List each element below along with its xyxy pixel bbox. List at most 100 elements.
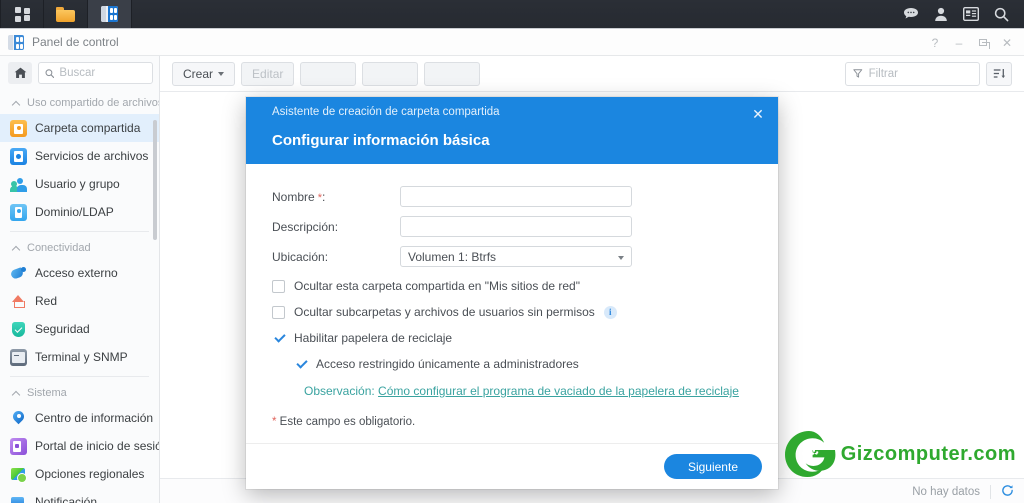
network-icon: [10, 293, 27, 310]
sidebar-nav: Uso compartido de archivos Carpeta compa…: [0, 90, 159, 503]
sidebar-group-header-connectivity[interactable]: Conectividad: [0, 237, 159, 259]
window-controls: ? – ✕: [924, 29, 1018, 56]
chevron-up-icon: [12, 99, 21, 108]
sidebar-search-input[interactable]: [59, 67, 146, 79]
sidebar-home-button[interactable]: [8, 62, 32, 84]
main-toolbar: Crear Editar: [160, 56, 1024, 92]
label-suffix: :: [334, 219, 339, 234]
dialog-subtitle: Asistente de creación de carpeta compart…: [272, 106, 500, 118]
taskbar-control-panel-button[interactable]: [88, 0, 132, 28]
user-account-button[interactable]: [926, 0, 956, 28]
gizcomputer-logo-icon: [782, 429, 836, 479]
sidebar-item-opciones-regionales[interactable]: Opciones regionales: [0, 460, 159, 488]
security-shield-icon: [10, 321, 27, 338]
field-row-nombre: Nombre *:: [272, 186, 752, 207]
chevron-up-icon: [12, 244, 21, 253]
sidebar-item-red[interactable]: Red: [0, 287, 159, 315]
label-text: Ubicación: [272, 249, 325, 264]
gizcomputer-watermark: Gizcomputer.com: [782, 429, 1016, 479]
hide-from-network-checkbox[interactable]: [272, 279, 285, 293]
admin-only-access-label: Acceso restringido únicamente a administ…: [316, 357, 579, 371]
sidebar-item-terminal-y-snmp[interactable]: Terminal y SNMP: [0, 343, 159, 371]
window-maximize-button[interactable]: [972, 32, 994, 54]
filter-input[interactable]: [868, 67, 972, 80]
sidebar-item-label: Carpeta compartida: [35, 121, 141, 135]
sidebar-group-header-file-sharing[interactable]: Uso compartido de archivos: [0, 92, 159, 114]
widgets-button[interactable]: [956, 0, 986, 28]
dialog-footer: Siguiente: [246, 443, 778, 489]
desktop-taskbar: [0, 0, 1024, 28]
sidebar-divider: [10, 231, 149, 232]
toolbar-button-3[interactable]: [300, 61, 357, 86]
window-minimize-button[interactable]: –: [948, 32, 970, 54]
window-help-button[interactable]: ?: [924, 32, 946, 54]
taskbar-file-station-button[interactable]: [44, 0, 88, 28]
sidebar-header: [0, 56, 159, 90]
sidebar-item-portal-de-inicio-de-sesion[interactable]: Portal de inicio de sesión: [0, 432, 159, 460]
search-button[interactable]: [986, 0, 1016, 28]
nombre-input[interactable]: [400, 186, 632, 207]
sidebar-item-centro-de-informacion[interactable]: Centro de información: [0, 404, 159, 432]
enable-recycle-bin-checkbox[interactable]: [272, 332, 285, 345]
sidebar-divider: [10, 376, 149, 377]
checkbox-row-admin-only-access: Acceso restringido únicamente a administ…: [294, 357, 752, 371]
domain-ldap-icon: [10, 203, 27, 221]
sidebar-item-label: Portal de inicio de sesión: [35, 439, 159, 453]
observation-link[interactable]: Cómo configurar el programa de vaciado d…: [378, 384, 739, 398]
descripcion-input[interactable]: [400, 216, 632, 237]
window-close-button[interactable]: ✕: [996, 32, 1018, 54]
sidebar-group-label: Sistema: [27, 387, 67, 399]
filter-box[interactable]: [845, 61, 980, 86]
admin-only-access-checkbox[interactable]: [294, 358, 307, 371]
sidebar-item-carpeta-compartida[interactable]: Carpeta compartida: [0, 114, 159, 142]
taskbar-spacer: [132, 0, 896, 28]
taskbar-apps-grid-button[interactable]: [0, 0, 44, 28]
toolbar-button-5[interactable]: [424, 61, 481, 86]
sidebar-item-usuario-y-grupo[interactable]: Usuario y grupo: [0, 170, 159, 198]
ubicacion-select[interactable]: Volumen 1: Btrfs: [400, 246, 632, 267]
notifications-button[interactable]: [896, 0, 926, 28]
control-panel-icon: [101, 6, 118, 22]
person-icon: [935, 7, 947, 21]
taskbar-right-group: [896, 0, 1024, 28]
window-titlebar: Panel de control ? – ✕: [0, 29, 1024, 56]
sidebar-item-seguridad[interactable]: Seguridad: [0, 315, 159, 343]
footnote-text: Este campo es obligatorio.: [276, 416, 416, 428]
checkbox-row-enable-recycle-bin: Habilitar papelera de reciclaje: [272, 331, 752, 345]
create-button-label: Crear: [183, 66, 214, 81]
dialog-close-button[interactable]: ✕: [748, 104, 768, 124]
sidebar-item-acceso-externo[interactable]: Acceso externo: [0, 259, 159, 287]
info-center-icon: [10, 410, 27, 427]
refresh-icon: [1002, 484, 1013, 496]
toolbar-button-4[interactable]: [362, 61, 419, 86]
shared-folder-icon: [10, 119, 27, 137]
status-no-data-label: No hay datos: [912, 485, 980, 498]
chevron-down-icon: [218, 71, 225, 76]
dialog-title: Configurar información básica: [272, 132, 490, 149]
info-icon[interactable]: i: [603, 305, 617, 319]
observation-prefix: Observación:: [304, 384, 375, 398]
edit-button[interactable]: Editar: [241, 61, 295, 86]
sidebar-scrollbar[interactable]: [153, 120, 157, 240]
field-row-descripcion: Descripción:: [272, 216, 752, 237]
sidebar-item-servicios-de-archivos[interactable]: Servicios de archivos: [0, 142, 159, 170]
next-button[interactable]: Siguiente: [663, 454, 762, 479]
sidebar-item-notificacion[interactable]: Notificación: [0, 488, 159, 503]
terminal-snmp-icon: [10, 348, 27, 366]
checkbox-row-hide-unauthorized: Ocultar subcarpetas y archivos de usuari…: [272, 305, 752, 319]
create-button[interactable]: Crear: [172, 61, 236, 86]
hide-unauthorized-checkbox[interactable]: [272, 305, 285, 319]
window-title: Panel de control: [32, 35, 119, 49]
sidebar-group-header-system[interactable]: Sistema: [0, 382, 159, 404]
sidebar-item-dominio-ldap[interactable]: Dominio/LDAP: [0, 198, 159, 226]
edit-button-label: Editar: [252, 66, 284, 81]
hide-unauthorized-label: Ocultar subcarpetas y archivos de usuari…: [294, 305, 595, 319]
sort-options-button[interactable]: [986, 61, 1012, 86]
hide-from-network-label: Ocultar esta carpeta compartida en "Mis …: [294, 279, 580, 293]
gizcomputer-text: Gizcomputer.com: [840, 442, 1016, 465]
sidebar-item-label: Notificación: [35, 495, 98, 503]
refresh-button[interactable]: [1001, 484, 1014, 500]
sidebar-search-box[interactable]: [38, 62, 153, 84]
sidebar-item-label: Seguridad: [35, 322, 90, 336]
sidebar-item-label: Terminal y SNMP: [35, 350, 128, 364]
